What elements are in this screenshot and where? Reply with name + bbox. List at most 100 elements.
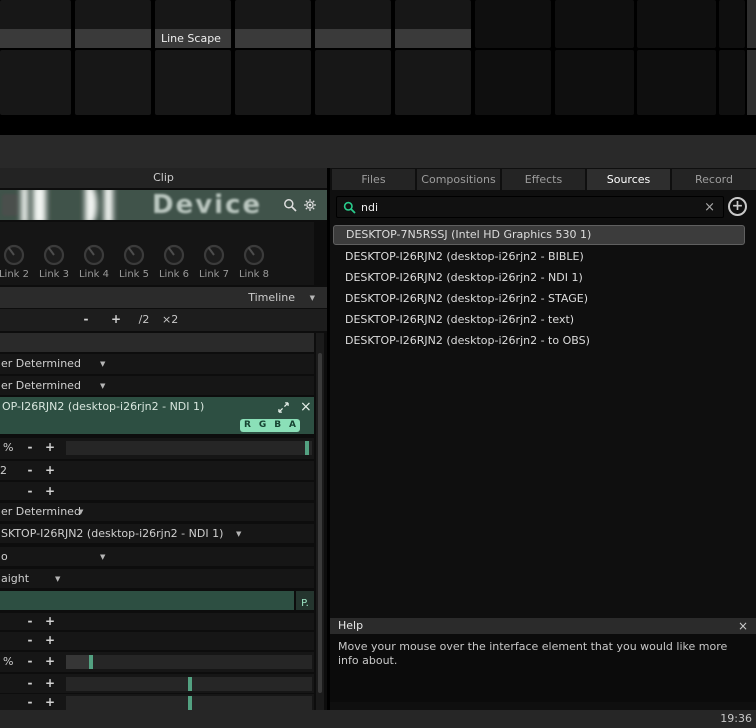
clip-cell-bar[interactable]: [395, 29, 471, 48]
search-icon[interactable]: [283, 198, 297, 212]
tab-files[interactable]: Files: [332, 169, 415, 190]
search-input[interactable]: ndi ×: [336, 196, 724, 218]
help-panel-header[interactable]: Help ×: [330, 618, 756, 634]
clip-cell[interactable]: [395, 0, 471, 48]
slider-track[interactable]: [66, 677, 312, 691]
knob-icon[interactable]: [201, 242, 227, 268]
source-list-item[interactable]: DESKTOP-I26RJN2 (desktop-i26rjn2 - text): [333, 310, 745, 330]
chevron-down-icon[interactable]: ▼: [55, 575, 60, 583]
add-source-button[interactable]: +: [728, 197, 747, 216]
slider-handle[interactable]: [304, 441, 309, 455]
double-speed-button[interactable]: ×2: [162, 312, 178, 327]
slider-handle[interactable]: [187, 696, 192, 710]
close-icon[interactable]: ×: [300, 397, 312, 417]
source-list-item[interactable]: DESKTOP-I26RJN2 (desktop-i26rjn2 - NDI 1…: [333, 268, 745, 288]
tab-sources[interactable]: Sources: [587, 169, 670, 190]
source-list-item[interactable]: DESKTOP-I26RJN2 (desktop-i26rjn2 - STAGE…: [333, 289, 745, 309]
source-list-item[interactable]: DESKTOP-7N5RSSJ (Intel HD Graphics 530 1…: [333, 225, 745, 245]
clip-cell[interactable]: [75, 50, 151, 115]
gear-icon[interactable]: [303, 198, 317, 212]
clip-cell[interactable]: [395, 50, 471, 115]
clip-cell[interactable]: [555, 50, 634, 115]
timeline-mode-bar[interactable]: Timeline ▼: [0, 287, 327, 308]
expand-icon[interactable]: [278, 402, 289, 413]
knob-icon[interactable]: [241, 242, 267, 268]
clip-cell-bar[interactable]: [0, 29, 71, 48]
increment-button[interactable]: +: [44, 484, 56, 499]
clip-cell[interactable]: [719, 50, 745, 115]
slider-handle[interactable]: [89, 655, 94, 669]
slider-track[interactable]: [66, 696, 312, 710]
decrement-button[interactable]: -: [24, 676, 36, 691]
decrement-button[interactable]: -: [24, 633, 36, 648]
clip-cell[interactable]: [637, 50, 716, 115]
pause-button[interactable]: P.: [296, 591, 314, 610]
source-list-item[interactable]: DESKTOP-I26RJN2 (desktop-i26rjn2 - to OB…: [333, 331, 745, 351]
channel-b-button[interactable]: B: [274, 419, 281, 432]
speed-minus-button[interactable]: -: [80, 312, 92, 327]
decrement-button[interactable]: -: [24, 614, 36, 629]
chevron-down-icon[interactable]: ▼: [100, 553, 105, 561]
rgba-channel-buttons[interactable]: R G B A: [240, 419, 300, 432]
clip-cell[interactable]: [0, 50, 71, 115]
increment-button[interactable]: +: [44, 614, 56, 629]
clip-cell[interactable]: [75, 0, 151, 48]
knob-icon[interactable]: [121, 242, 147, 268]
decrement-button[interactable]: -: [24, 484, 36, 499]
channel-r-button[interactable]: R: [244, 419, 251, 432]
increment-button[interactable]: +: [44, 633, 56, 648]
slider-track[interactable]: [66, 441, 312, 455]
clip-cell[interactable]: [235, 50, 311, 115]
clip-cell[interactable]: [637, 0, 716, 48]
tab-effects[interactable]: Effects: [502, 169, 585, 190]
channel-g-button[interactable]: G: [259, 419, 266, 432]
clip-cell[interactable]: [475, 0, 551, 48]
clip-preview-banner[interactable]: Device: [0, 190, 327, 220]
chevron-down-icon[interactable]: ▼: [78, 508, 83, 516]
speed-plus-button[interactable]: +: [110, 312, 122, 327]
chevron-down-icon[interactable]: ▼: [100, 382, 105, 390]
clip-cell[interactable]: [719, 0, 745, 48]
progress-bar[interactable]: [0, 591, 294, 610]
chevron-down-icon[interactable]: ▼: [100, 360, 105, 368]
clip-cell[interactable]: [315, 50, 391, 115]
decrement-button[interactable]: -: [24, 654, 36, 669]
grid-scrollbar[interactable]: [747, 50, 756, 115]
knob-icon[interactable]: [161, 242, 187, 268]
ndi-source-header[interactable]: OP-I26RJN2 (desktop-i26rjn2 - NDI 1) ×: [0, 397, 314, 417]
chevron-down-icon[interactable]: ▼: [236, 530, 241, 538]
timeline-position-bar[interactable]: [0, 333, 314, 352]
slider-handle[interactable]: [187, 677, 192, 691]
knob-icon[interactable]: [41, 242, 67, 268]
source-list-item[interactable]: DESKTOP-I26RJN2 (desktop-i26rjn2 - BIBLE…: [333, 247, 745, 267]
tab-record[interactable]: Record: [672, 169, 756, 190]
tab-compositions[interactable]: Compositions: [417, 169, 500, 190]
half-speed-button[interactable]: /2: [138, 312, 150, 327]
increment-button[interactable]: +: [44, 654, 56, 669]
decrement-button[interactable]: -: [24, 463, 36, 478]
clip-cell-bar[interactable]: Line Scape: [155, 29, 231, 48]
clip-cell[interactable]: [475, 50, 551, 115]
knob-icon[interactable]: [1, 242, 27, 268]
increment-button[interactable]: +: [44, 676, 56, 691]
decrement-button[interactable]: -: [24, 440, 36, 455]
clip-cell[interactable]: [315, 0, 391, 48]
clip-cell[interactable]: [235, 0, 311, 48]
scrollbar-handle[interactable]: [318, 353, 322, 693]
grid-scrollbar[interactable]: [747, 0, 756, 48]
clip-cell[interactable]: [0, 0, 71, 48]
clip-cell-bar[interactable]: [235, 29, 311, 48]
clip-cell-bar[interactable]: [75, 29, 151, 48]
clear-search-icon[interactable]: ×: [704, 197, 715, 218]
clip-cell[interactable]: [555, 0, 634, 48]
increment-button[interactable]: +: [44, 695, 56, 710]
slider-track[interactable]: [66, 655, 312, 669]
search-value[interactable]: ndi: [361, 197, 378, 218]
increment-button[interactable]: +: [44, 463, 56, 478]
decrement-button[interactable]: -: [24, 695, 36, 710]
clip-panel-scrollbar[interactable]: [316, 333, 324, 710]
close-icon[interactable]: ×: [738, 618, 748, 634]
clip-cell-line-scape[interactable]: Line Scape: [155, 0, 231, 48]
clip-cell[interactable]: [155, 50, 231, 115]
clip-cell-bar[interactable]: [315, 29, 391, 48]
